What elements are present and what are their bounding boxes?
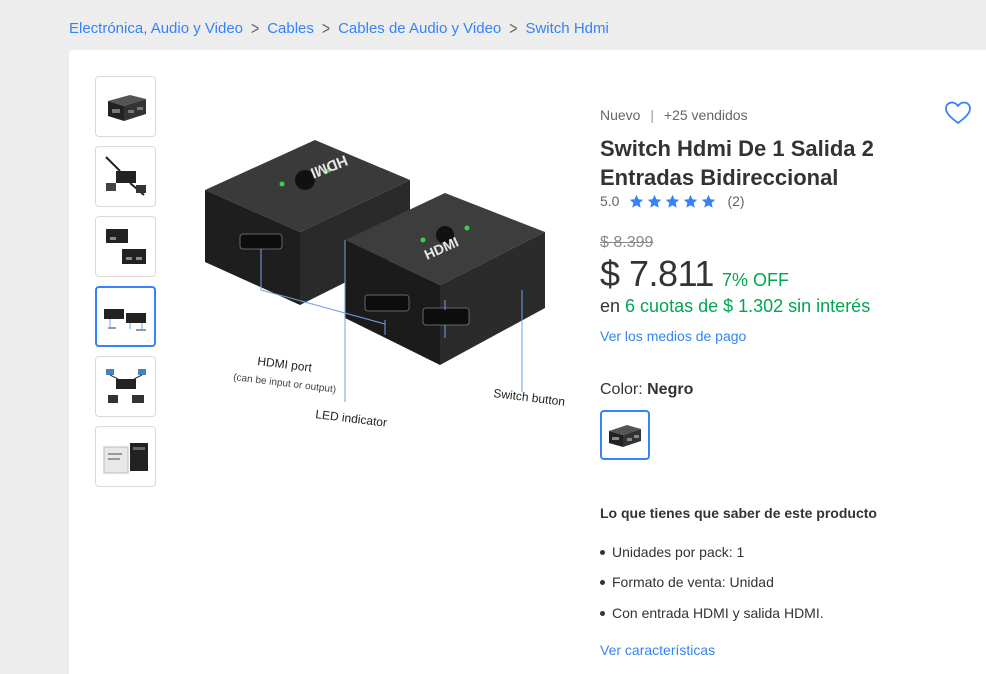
- feature-text: Con entrada HDMI y salida HDMI.: [612, 605, 824, 621]
- sold-count: +25 vendidos: [663, 107, 748, 123]
- product-card: HDMI HDMI HDMI port (can be input or out…: [69, 50, 986, 674]
- bullet-icon: [600, 610, 605, 616]
- product-title: Switch Hdmi De 1 Salida 2 Entradas Bidir…: [600, 136, 874, 190]
- feature-item: Formato de venta: Unidad: [600, 574, 774, 590]
- color-selector-label: Color: Negro: [600, 381, 693, 399]
- product-main-image[interactable]: HDMI HDMI HDMI port (can be input or out…: [195, 140, 566, 480]
- thumbnail-6[interactable]: [95, 426, 156, 487]
- condition-label: Nuevo: [600, 107, 641, 123]
- breadcrumb-link-electronica[interactable]: Electrónica, Audio y Video: [69, 20, 243, 37]
- label-hdmi-port-note: (can be input or output): [233, 372, 337, 396]
- star-icon: [684, 194, 698, 208]
- star-icon: [648, 194, 662, 208]
- rating-stars: [629, 194, 719, 209]
- color-swatch-negro[interactable]: [600, 410, 650, 460]
- rating-value: 5.0: [600, 193, 620, 209]
- feature-item: Con entrada HDMI y salida HDMI.: [600, 605, 824, 621]
- star-icon: [702, 194, 716, 208]
- label-switch-button: Switch button: [493, 386, 565, 409]
- breadcrumb-link-cables-audio-video[interactable]: Cables de Audio y Video: [338, 20, 501, 37]
- thumbnail-2[interactable]: [95, 146, 156, 207]
- label-led-indicator: LED indicator: [315, 407, 388, 430]
- characteristics-link[interactable]: Ver características: [600, 642, 715, 658]
- color-value: Negro: [647, 381, 694, 398]
- star-icon: [630, 194, 644, 208]
- thumbnail-4[interactable]: [95, 286, 156, 347]
- installments-detail: 6 cuotas de $ 1.302 sin interés: [625, 296, 871, 316]
- bullet-icon: [600, 549, 605, 555]
- star-icon: [666, 194, 680, 208]
- rating-summary[interactable]: 5.0 (2): [600, 193, 745, 209]
- review-count: (2): [727, 193, 745, 209]
- original-price: $ 8.399: [600, 234, 654, 251]
- highlights-title: Lo que tienes que saber de este producto: [600, 505, 877, 521]
- breadcrumb-link-switch-hdmi[interactable]: Switch Hdmi: [525, 20, 608, 37]
- color-label-prefix: Color:: [600, 381, 648, 398]
- chevron-right-icon: >: [321, 17, 331, 39]
- chevron-right-icon: >: [251, 17, 260, 39]
- breadcrumb-link-cables[interactable]: Cables: [267, 20, 314, 37]
- thumbnail-5[interactable]: [95, 356, 156, 417]
- heart-outline-icon[interactable]: [945, 101, 971, 125]
- thumbnail-3[interactable]: [95, 216, 156, 277]
- condition-sold: Nuevo | +25 vendidos: [600, 107, 748, 123]
- feature-text: Unidades por pack: 1: [612, 544, 745, 560]
- current-price: $ 7.811: [600, 253, 714, 294]
- chevron-right-icon: >: [509, 17, 518, 39]
- price-block: $ 7.811 7% OFF: [600, 253, 789, 295]
- label-hdmi-port: HDMI port: [257, 354, 314, 375]
- breadcrumb: Electrónica, Audio y Video > Cables > Ca…: [69, 17, 609, 39]
- installments-prefix: en: [600, 296, 626, 316]
- thumbnail-1[interactable]: [95, 76, 156, 137]
- installments: en 6 cuotas de $ 1.302 sin interés: [600, 296, 870, 317]
- condition-separator: |: [650, 107, 654, 123]
- bullet-icon: [600, 579, 605, 585]
- feature-text: Formato de venta: Unidad: [612, 574, 774, 590]
- payment-methods-link[interactable]: Ver los medios de pago: [600, 328, 746, 344]
- feature-item: Unidades por pack: 1: [600, 544, 744, 560]
- discount-badge: 7% OFF: [721, 270, 789, 290]
